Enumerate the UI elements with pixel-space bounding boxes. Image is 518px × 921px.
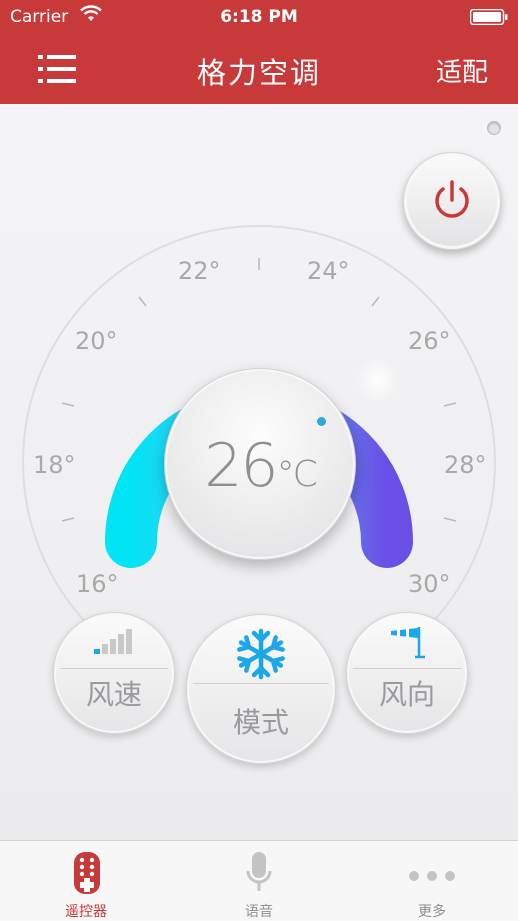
temperature-value: 26 xyxy=(204,431,278,501)
scale-label-26: 26° xyxy=(408,327,451,355)
snowflake-icon xyxy=(234,627,288,685)
divider xyxy=(60,668,168,669)
scale-label-28: 28° xyxy=(444,451,487,479)
mode-button[interactable]: 模式 xyxy=(186,614,336,764)
temperature-unit: °C xyxy=(276,454,318,495)
status-indicator xyxy=(487,121,501,135)
fan-speed-button[interactable]: 风速 xyxy=(53,612,175,734)
wind-direction-button[interactable]: 风向 xyxy=(346,612,468,734)
tab-more[interactable]: 更多 xyxy=(346,841,518,921)
tab-voice-label: 语音 xyxy=(245,904,273,920)
fan-speed-label: 风速 xyxy=(85,678,142,711)
tab-remote[interactable]: 遥控器 xyxy=(0,841,172,921)
divider xyxy=(193,683,329,684)
power-icon xyxy=(435,180,469,218)
microphone-icon xyxy=(245,851,273,899)
status-time: 6:18 PM xyxy=(220,7,298,27)
scale-label-30: 30° xyxy=(408,570,451,598)
navigation-bar: 格力空调 适配 xyxy=(0,34,518,104)
temperature-knob[interactable]: 26°C xyxy=(164,368,356,560)
scale-label-22: 22° xyxy=(178,257,221,285)
fan-speed-icon xyxy=(94,627,134,659)
status-bar: Carrier 6:18 PM xyxy=(0,0,518,34)
mode-label: 模式 xyxy=(232,706,289,739)
tab-remote-label: 遥控器 xyxy=(65,904,107,920)
adapt-button[interactable]: 适配 xyxy=(436,52,488,89)
tab-more-label: 更多 xyxy=(418,904,446,920)
battery-icon xyxy=(469,8,508,26)
more-icon xyxy=(408,867,456,886)
scale-label-24: 24° xyxy=(307,257,350,285)
scale-label-18: 18° xyxy=(33,451,76,479)
status-dot xyxy=(317,417,326,426)
scale-label-16: 16° xyxy=(76,570,119,598)
tab-bar: 遥控器 语音 更多 xyxy=(0,840,518,921)
remote-icon xyxy=(73,851,101,899)
tab-voice[interactable]: 语音 xyxy=(173,841,345,921)
divider xyxy=(353,668,461,669)
wind-direction-label: 风向 xyxy=(378,678,435,711)
temperature-display: 26°C xyxy=(165,431,355,501)
scale-label-20: 20° xyxy=(75,327,118,355)
windsock-icon xyxy=(387,623,427,663)
